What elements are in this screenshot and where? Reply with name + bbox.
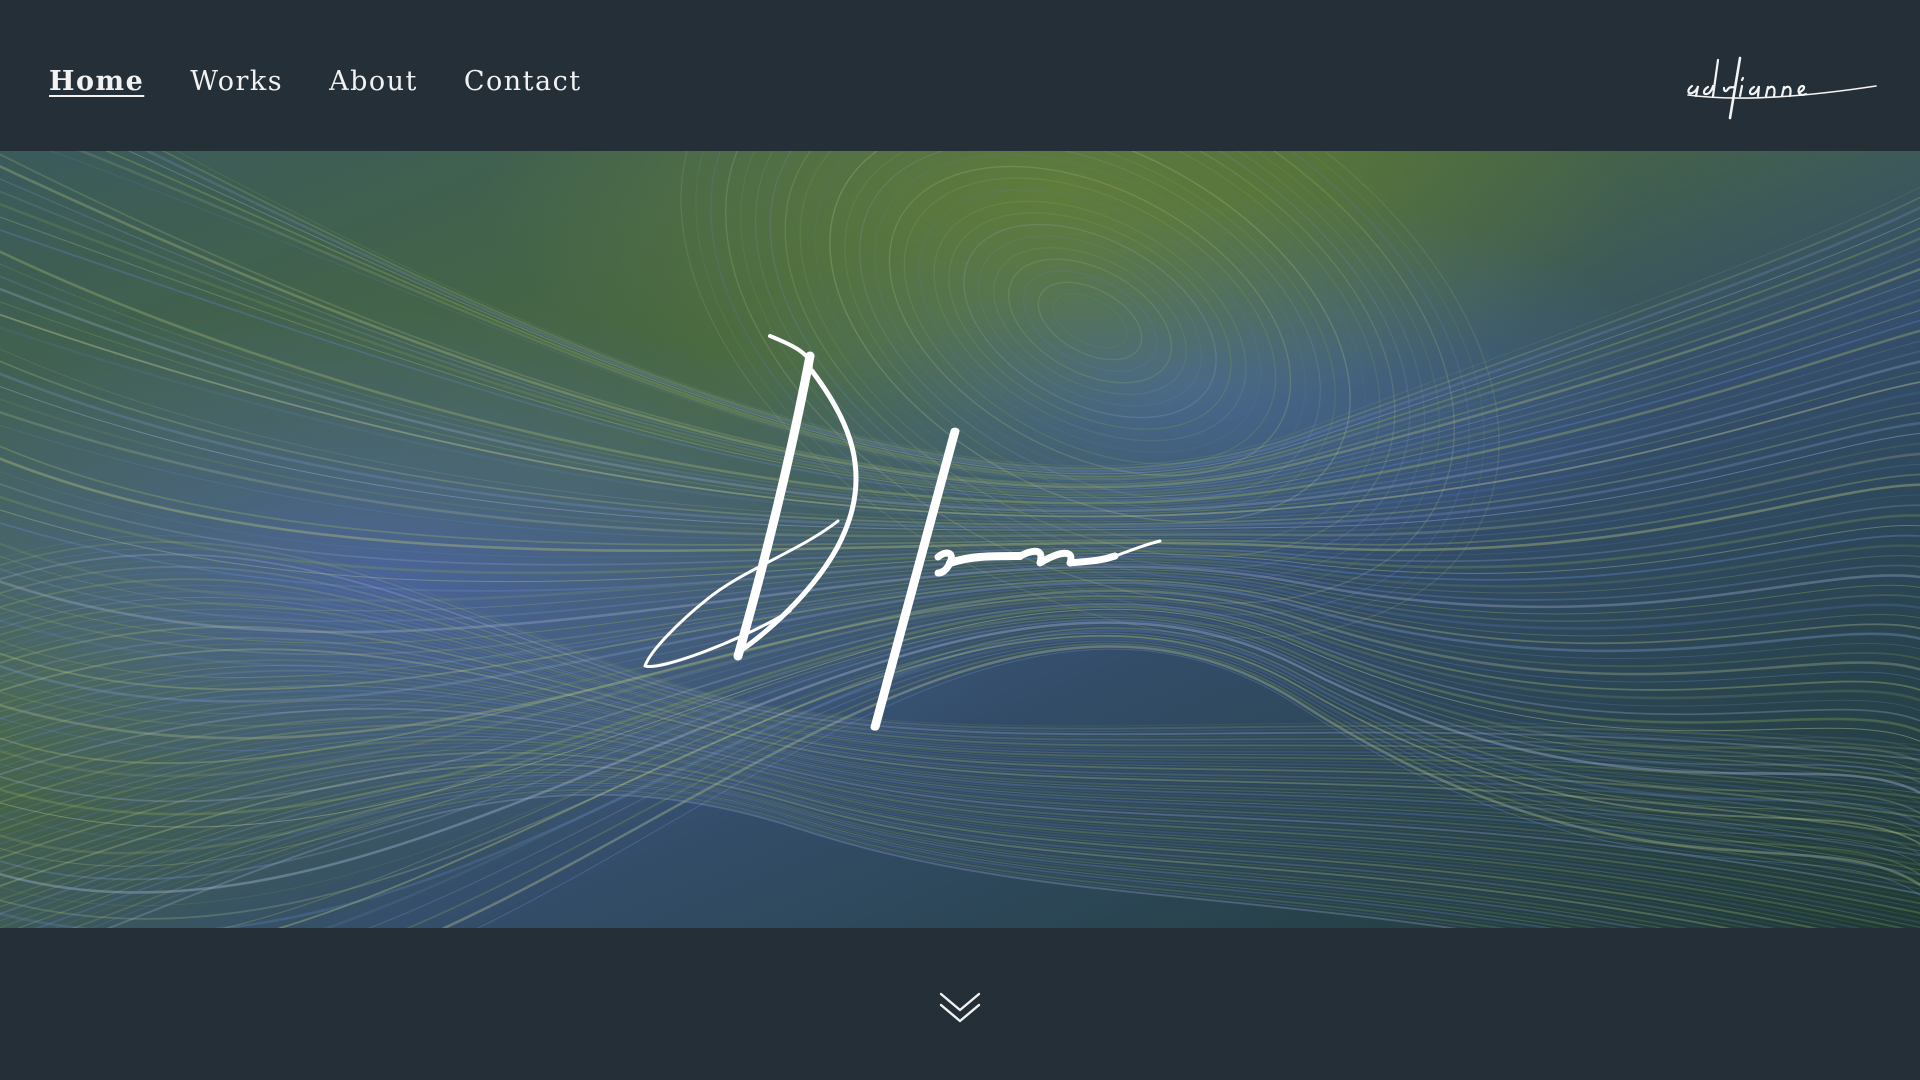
hero-banner <box>0 151 1920 928</box>
nav-item-works[interactable]: Works <box>190 62 283 102</box>
brand-logo-icon[interactable] <box>1680 42 1880 122</box>
main-nav: Home Works About Contact <box>49 62 582 102</box>
nav-item-about[interactable]: About <box>329 62 418 102</box>
hero-signature-logo <box>643 334 1162 731</box>
nav-item-home[interactable]: Home <box>49 62 144 102</box>
page: Home Works About Contact <box>0 0 1920 1080</box>
double-chevron-down-icon[interactable] <box>938 990 982 1026</box>
top-bar: Home Works About Contact <box>0 0 1920 151</box>
nav-item-contact[interactable]: Contact <box>464 62 582 102</box>
